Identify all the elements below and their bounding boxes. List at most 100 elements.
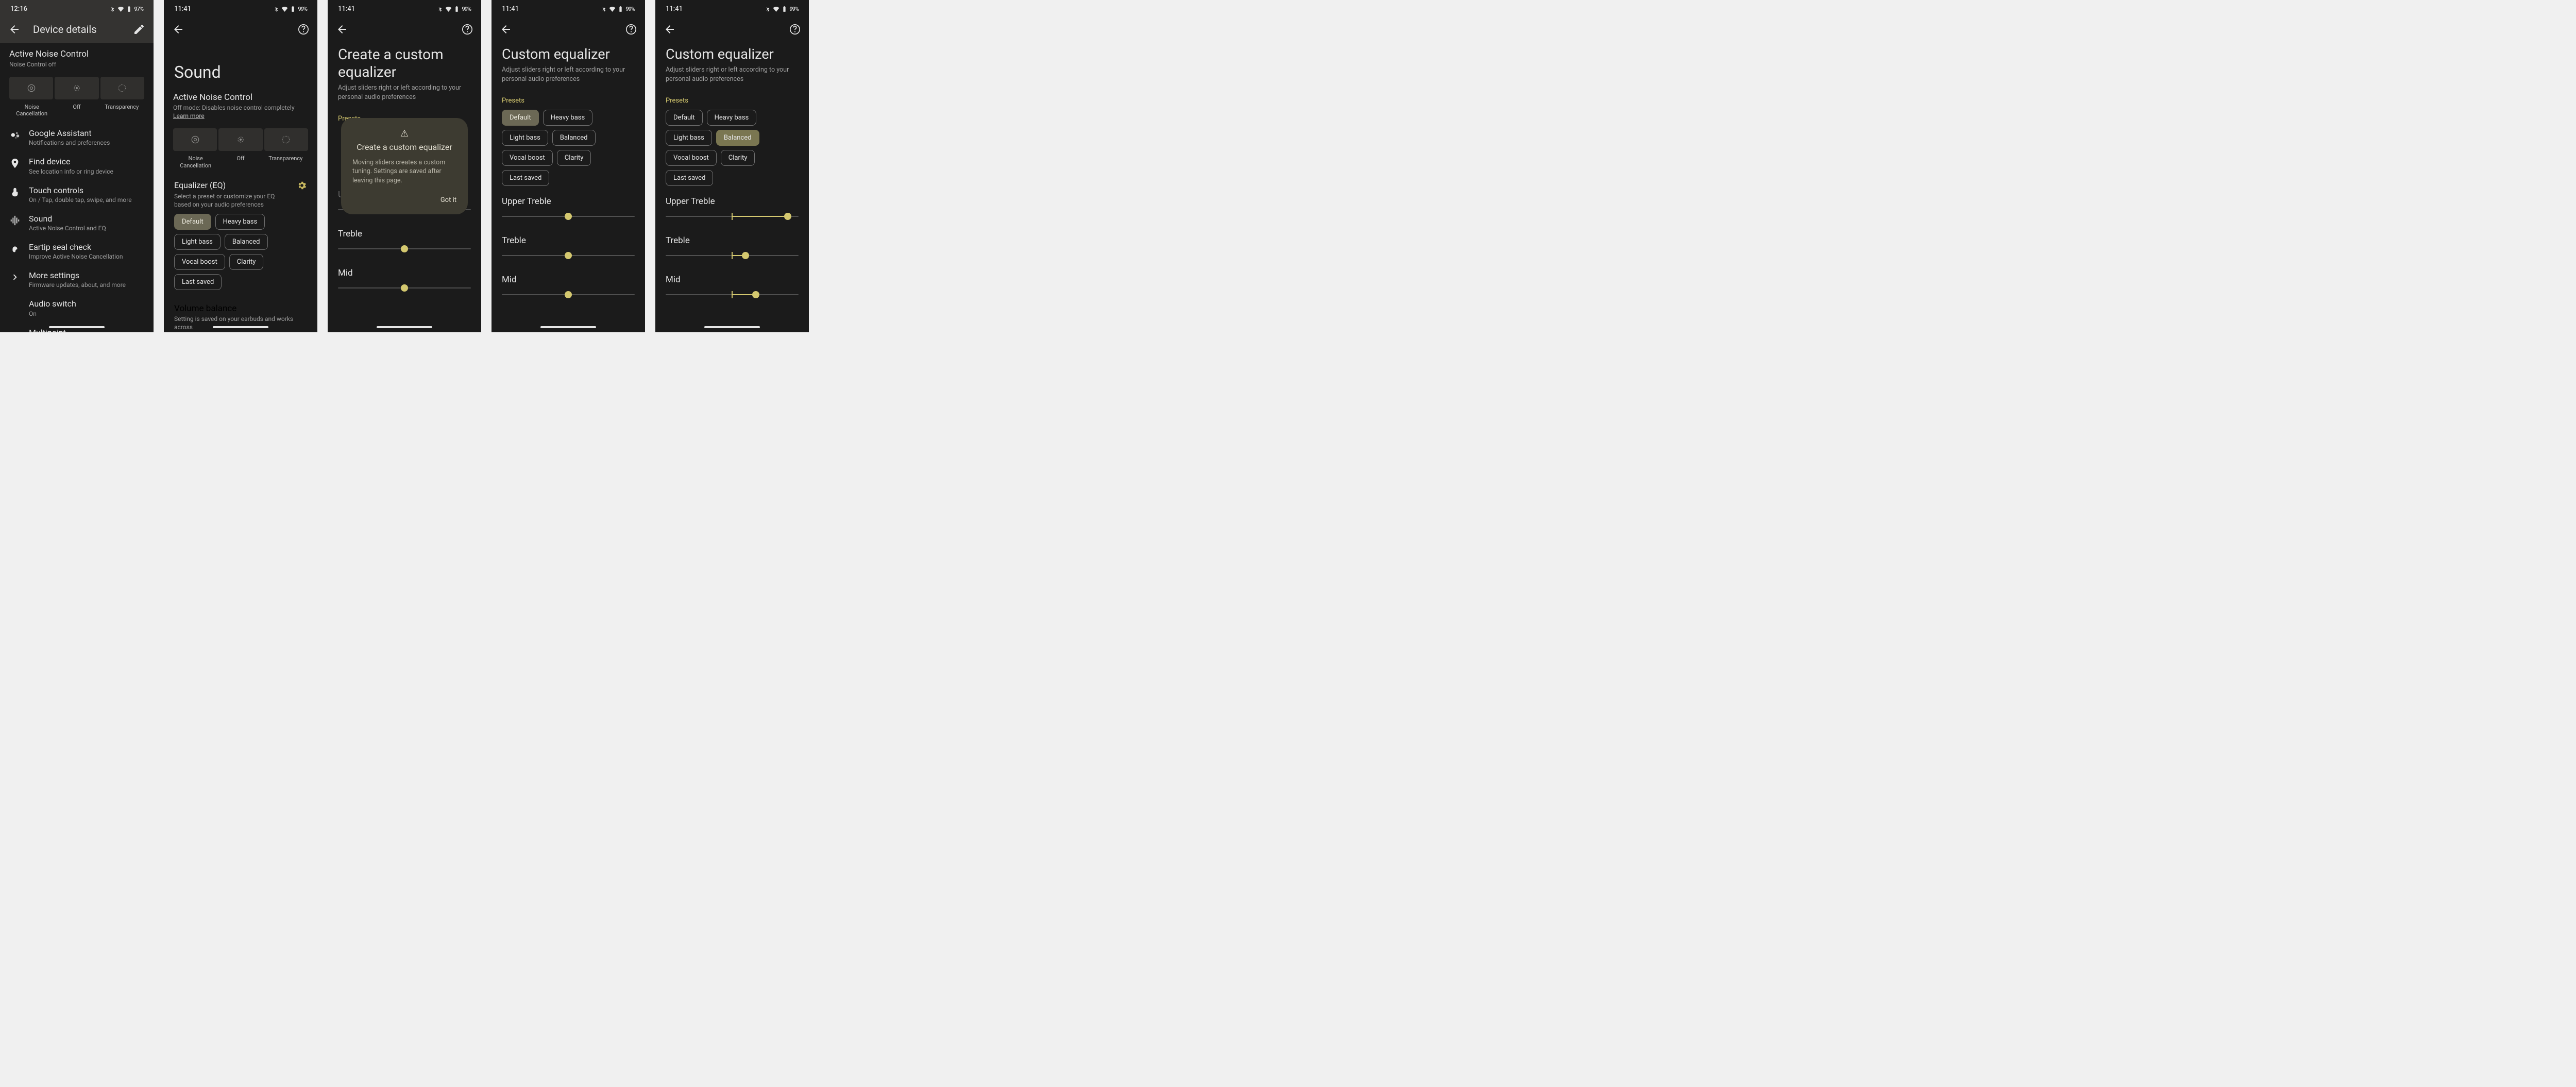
slider-mid-label: Mid — [502, 275, 635, 285]
status-time: 11:41 — [502, 5, 519, 13]
nav-handle[interactable] — [49, 326, 105, 328]
seg-label-off: Off — [218, 155, 263, 168]
status-time: 11:41 — [174, 5, 191, 13]
slider-treble-label: Treble — [666, 235, 799, 246]
anc-mode-noise-cancellation[interactable] — [173, 128, 217, 151]
chip-last-saved[interactable]: Last saved — [502, 170, 549, 186]
page-title: Custom equalizer — [492, 42, 645, 65]
nav-handle[interactable] — [377, 326, 432, 328]
chip-balanced[interactable]: Balanced — [552, 130, 596, 146]
anc-mode-noise-cancellation[interactable] — [9, 77, 53, 99]
status-time: 11:41 — [338, 5, 355, 13]
chip-last-saved[interactable]: Last saved — [174, 274, 222, 290]
anc-mode-off[interactable] — [55, 77, 98, 99]
slider-upper-treble[interactable] — [666, 213, 799, 220]
seg-label-trans: Transparency — [263, 155, 308, 168]
status-icons: 97% — [109, 6, 143, 12]
chip-heavy-bass[interactable]: Heavy bass — [543, 110, 593, 126]
item-audio-switch[interactable]: Audio switchOn — [0, 294, 154, 322]
item-more-settings[interactable]: More settingsFirmware updates, about, an… — [0, 265, 154, 294]
gear-icon[interactable] — [297, 180, 307, 191]
help-icon[interactable] — [625, 24, 637, 35]
chip-balanced[interactable]: Balanced — [716, 130, 759, 146]
chip-heavy-bass[interactable]: Heavy bass — [707, 110, 757, 126]
chip-default[interactable]: Default — [666, 110, 703, 126]
back-icon[interactable] — [336, 23, 348, 36]
chip-clarity[interactable]: Clarity — [721, 150, 755, 166]
seg-label-off: Off — [54, 104, 99, 117]
nav-handle[interactable] — [213, 326, 268, 328]
anc-mode-transparency[interactable] — [264, 128, 308, 151]
chip-clarity[interactable]: Clarity — [557, 150, 591, 166]
slider-treble[interactable] — [338, 245, 471, 252]
warning-icon: ⚠ — [352, 128, 456, 139]
item-google-assistant[interactable]: Google AssistantNotifications and prefer… — [0, 123, 154, 151]
anc-title: Active Noise Control — [173, 92, 308, 103]
chip-balanced[interactable]: Balanced — [225, 234, 268, 250]
back-icon[interactable] — [8, 23, 21, 36]
back-icon[interactable] — [664, 23, 676, 36]
edit-icon[interactable] — [133, 23, 145, 36]
status-icons: 99% — [765, 6, 799, 12]
anc-mode-transparency[interactable] — [100, 77, 144, 99]
slider-mid[interactable] — [338, 284, 471, 292]
slider-mid-label: Mid — [338, 268, 471, 278]
slider-mid[interactable] — [502, 291, 635, 298]
page-description: Adjust sliders right or left according t… — [655, 65, 809, 90]
anc-subtitle: Off mode: Disables noise control complet… — [173, 104, 308, 120]
chip-last-saved[interactable]: Last saved — [666, 170, 713, 186]
help-icon[interactable] — [789, 24, 801, 35]
page-description: Adjust sliders right or left according t… — [328, 83, 481, 108]
slider-upper-treble-label: Upper Treble — [502, 196, 635, 207]
chip-light-bass[interactable]: Light bass — [174, 234, 221, 250]
seg-label-trans: Transparency — [99, 104, 144, 117]
item-eartip-seal[interactable]: Eartip seal checkImprove Active Noise Ca… — [0, 237, 154, 265]
chip-vocal-boost[interactable]: Vocal boost — [502, 150, 553, 166]
nav-handle[interactable] — [540, 326, 596, 328]
chip-default[interactable]: Default — [174, 214, 211, 230]
page-title: Create a custom equalizer — [328, 42, 481, 83]
dialog-title: Create a custom equalizer — [352, 142, 456, 152]
seg-label-nc: Noise Cancellation — [9, 104, 54, 117]
chip-light-bass[interactable]: Light bass — [502, 130, 548, 146]
chip-light-bass[interactable]: Light bass — [666, 130, 712, 146]
chip-default[interactable]: Default — [502, 110, 539, 126]
learn-more-link[interactable]: Learn more — [173, 112, 205, 120]
page-title: Custom equalizer — [655, 42, 809, 65]
slider-treble-label: Treble — [338, 229, 471, 239]
sound-icon — [9, 215, 21, 226]
assistant-icon — [9, 129, 21, 141]
chip-heavy-bass[interactable]: Heavy bass — [215, 214, 265, 230]
chip-vocal-boost[interactable]: Vocal boost — [174, 254, 225, 270]
eq-subtitle: Select a preset or customize your EQ bas… — [174, 192, 277, 209]
slider-mid[interactable] — [666, 291, 799, 298]
seg-label-nc: Noise Cancellation — [173, 155, 218, 168]
back-icon[interactable] — [172, 23, 184, 36]
help-icon[interactable] — [462, 24, 473, 35]
help-icon[interactable] — [298, 24, 309, 35]
page-title: Device details — [33, 23, 121, 36]
item-find-device[interactable]: Find deviceSee location info or ring dev… — [0, 151, 154, 180]
slider-treble[interactable] — [502, 252, 635, 259]
anc-mode-off[interactable] — [218, 128, 262, 151]
slider-upper-treble[interactable] — [502, 213, 635, 220]
dialog-got-it-button[interactable]: Got it — [352, 193, 456, 207]
status-time: 12:16 — [10, 5, 27, 13]
back-icon[interactable] — [500, 23, 512, 36]
chevron-right-icon — [9, 271, 21, 283]
chip-clarity[interactable]: Clarity — [229, 254, 264, 270]
pin-icon — [9, 158, 21, 169]
page-title: Sound — [164, 42, 317, 88]
chip-vocal-boost[interactable]: Vocal boost — [666, 150, 717, 166]
presets-label: Presets — [492, 90, 645, 105]
item-sound[interactable]: SoundActive Noise Control and EQ — [0, 209, 154, 237]
volume-balance-subtitle: Setting is saved on your earbuds and wor… — [174, 315, 307, 331]
anc-subtitle: Noise Control off — [9, 60, 144, 69]
dialog-create-custom-eq: ⚠ Create a custom equalizer Moving slide… — [341, 118, 468, 215]
nav-handle[interactable] — [704, 326, 760, 328]
item-touch-controls[interactable]: Touch controlsOn / Tap, double tap, swip… — [0, 180, 154, 209]
status-icons: 99% — [273, 6, 307, 12]
eq-title: Equalizer (EQ) — [174, 180, 277, 190]
slider-treble[interactable] — [666, 252, 799, 259]
volume-balance-title: Volume balance — [174, 303, 307, 314]
